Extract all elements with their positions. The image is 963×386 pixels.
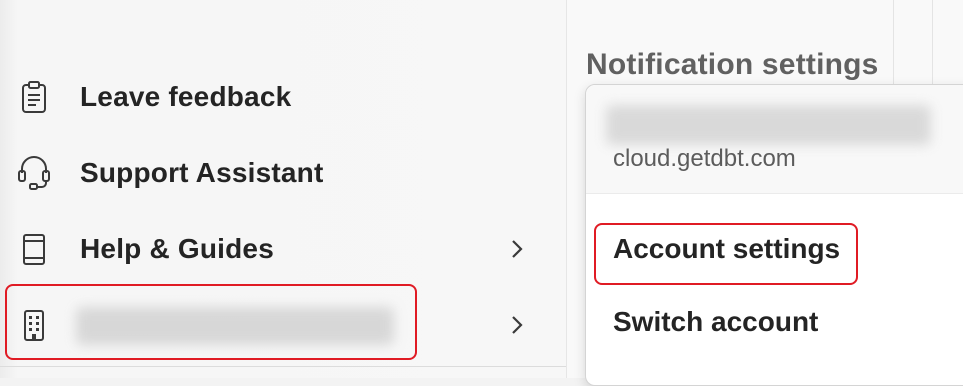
book-icon — [16, 231, 52, 267]
menu-item-leave-feedback[interactable]: Leave feedback — [0, 62, 566, 132]
account-popup: cloud.getdbt.com Account settings Switch… — [585, 84, 963, 386]
redacted-account-name — [76, 307, 394, 345]
switch-account-item[interactable]: Switch account — [613, 306, 818, 338]
menu-item-label: Leave feedback — [80, 81, 292, 112]
account-popup-header: cloud.getdbt.com — [586, 85, 963, 194]
redacted-account-name — [606, 105, 931, 145]
left-menu: Leave feedback Support Assistant Help & … — [0, 0, 567, 378]
menu-item-support-assistant[interactable]: Support Assistant — [0, 138, 566, 208]
account-domain: cloud.getdbt.com — [613, 145, 796, 172]
clipboard-icon — [16, 79, 52, 115]
divider — [0, 366, 566, 367]
chevron-right-icon — [506, 238, 528, 260]
menu-item-label: Help & Guides — [80, 233, 274, 264]
account-settings-item[interactable]: Account settings — [613, 233, 840, 265]
headset-icon — [16, 155, 52, 191]
notification-settings-title: Notification settings — [586, 48, 879, 81]
menu-item-label: Support Assistant — [80, 157, 324, 188]
chevron-right-icon — [506, 314, 528, 336]
menu-item-help-guides[interactable]: Help & Guides — [0, 214, 566, 284]
building-icon — [16, 307, 52, 343]
